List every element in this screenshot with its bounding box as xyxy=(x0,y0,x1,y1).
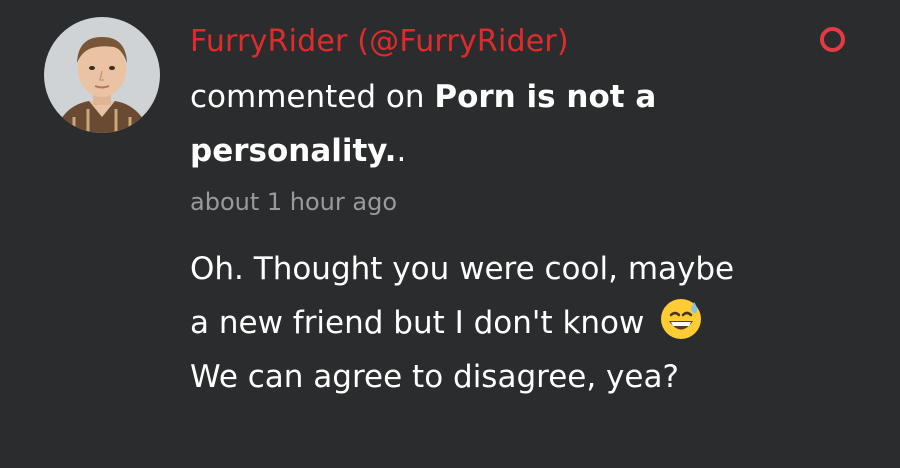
user-avatar[interactable] xyxy=(44,17,160,133)
unread-indicator-icon[interactable] xyxy=(820,27,845,52)
notification-content: FurryRider (@FurryRider) commented on Po… xyxy=(190,18,790,220)
timestamp: about 1 hour ago xyxy=(190,188,397,216)
action-text: commented on xyxy=(190,79,435,115)
notification-item[interactable]: FurryRider (@FurryRider) commented on Po… xyxy=(0,0,900,468)
avatar-image xyxy=(44,17,160,133)
post-title-suffix: . xyxy=(396,133,407,169)
comment-text: Oh. Thought you were cool, maybe a new f… xyxy=(190,242,750,404)
comment-part-2: We can agree to disagree, yea? xyxy=(190,359,679,395)
action-line: commented on Porn is not a personality.. xyxy=(190,70,790,178)
grinning-face-with-sweat-icon xyxy=(658,296,704,342)
comment-part-1: Oh. Thought you were cool, maybe a new f… xyxy=(190,251,735,341)
author-name[interactable]: FurryRider (@FurryRider) xyxy=(190,18,790,66)
